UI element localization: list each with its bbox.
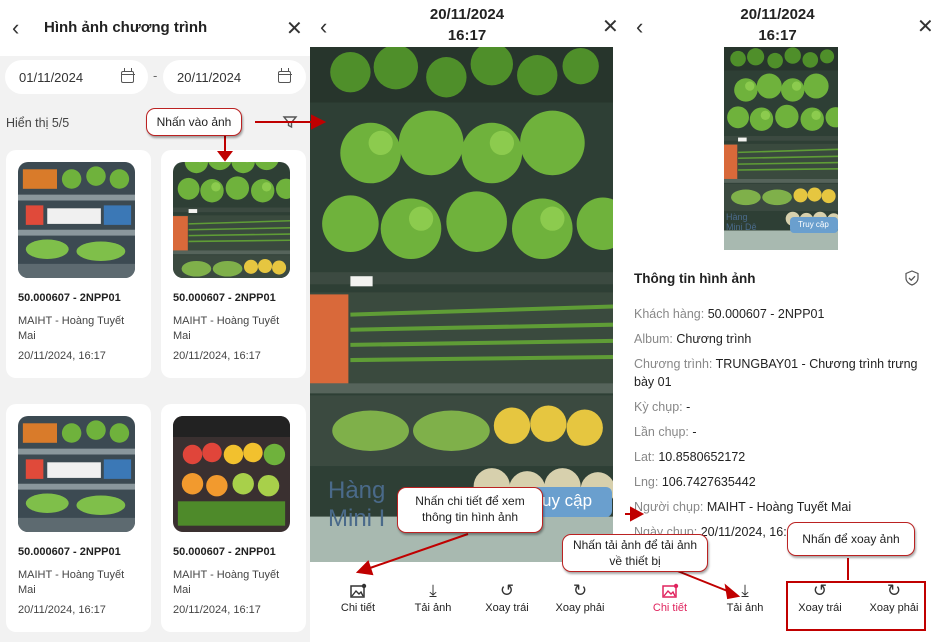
callout-rotate: Nhấn để xoay ảnh [787,522,915,556]
callout-detail: Nhấn chi tiết để xem thông tin hình ảnh [397,487,543,533]
rotate-highlight-box [786,581,926,631]
callout-tap-photo: Nhấn vào ảnh [146,108,242,136]
callout-download: Nhấn tải ảnh để tải ảnh về thiết bị [562,534,708,572]
